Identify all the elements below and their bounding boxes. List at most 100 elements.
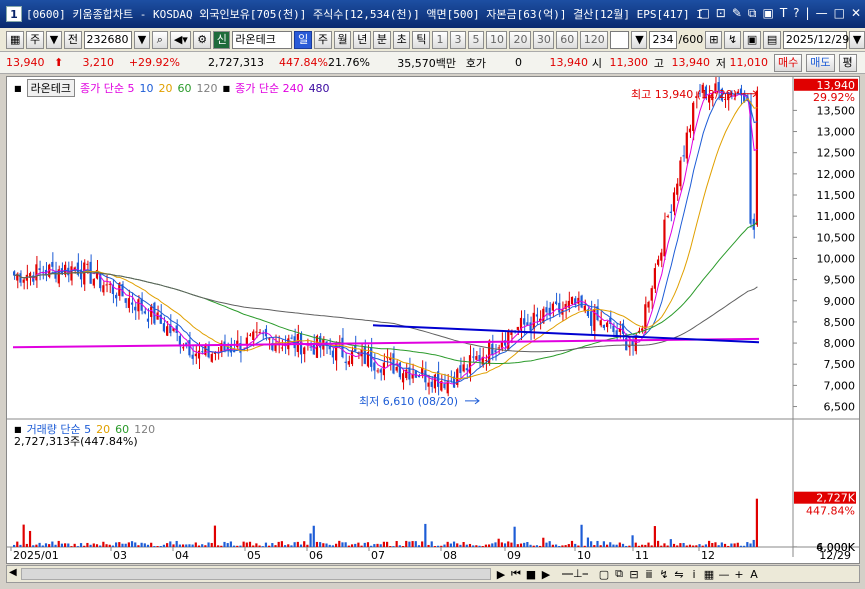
scroll-track[interactable]: [21, 568, 491, 580]
legend-ma60[interactable]: 60: [178, 82, 192, 95]
scroll-right-icon[interactable]: ▶: [495, 568, 507, 581]
period-tick[interactable]: 틱: [412, 30, 431, 49]
volume-bar: [143, 543, 146, 547]
candle-body: [51, 261, 54, 267]
draw-icon[interactable]: ↯: [724, 30, 741, 49]
help-icon[interactable]: ?: [793, 6, 799, 21]
frame-icon[interactable]: ⊡: [716, 6, 726, 21]
legend-ma120[interactable]: 120: [197, 82, 218, 95]
zoom-in-icon[interactable]: +: [733, 568, 745, 581]
chart-area[interactable]: 13,500 13,000 12,500 12,000 11,500 11,000 10,5…: [6, 74, 860, 564]
chart-menu-icon[interactable]: ▦: [6, 30, 24, 49]
time-axis-label: 12: [701, 549, 715, 562]
interval-20[interactable]: 20: [509, 30, 531, 49]
speaker-icon[interactable]: ◀▾: [169, 30, 192, 49]
volume-bar: [707, 540, 711, 547]
dropdown-arrow-icon[interactable]: ▼: [45, 30, 62, 49]
volume-bar: [280, 541, 283, 547]
volume-bar: [79, 543, 83, 547]
candle-body: [13, 271, 16, 276]
interval-10[interactable]: 10: [486, 30, 508, 49]
save-icon[interactable]: ▣: [762, 6, 773, 21]
calendar-icon[interactable]: ▤: [762, 30, 781, 49]
indicator-4-icon[interactable]: ⅰ: [688, 568, 700, 581]
tools-icon[interactable]: ⚙: [193, 30, 211, 49]
legend-stock-name[interactable]: 라온테크: [26, 79, 76, 97]
play-icon[interactable]: ▶: [540, 568, 552, 581]
volume-bar: [717, 545, 720, 547]
zoom-icon[interactable]: ⊞: [705, 30, 723, 49]
auto-icon[interactable]: A: [748, 568, 760, 581]
layout-3-icon[interactable]: ⊟: [628, 568, 640, 581]
volume-bar: [468, 543, 472, 547]
date-dropdown-icon[interactable]: ▼: [848, 30, 865, 49]
candle-body: [672, 192, 676, 212]
close-button[interactable]: ✕: [851, 6, 861, 21]
volume-bar: [28, 530, 32, 547]
disk-icon[interactable]: ▣: [742, 30, 761, 49]
chart-scrollbar[interactable]: ◀ ▶ ⏮ ■ ▶ ⎯⎯⊥⎯ ▢ ⧉ ⊟ ⅲ ↯ ⇋ ⅰ ▦ — + A: [6, 565, 860, 583]
grid-icon[interactable]: ▦: [703, 568, 715, 581]
interval-input[interactable]: [609, 30, 630, 49]
indicator-3-icon[interactable]: ⇋: [673, 568, 685, 581]
rewind-icon[interactable]: ⏮: [510, 567, 522, 581]
sell-button[interactable]: 매도: [806, 53, 835, 72]
avg-button[interactable]: 평: [838, 53, 857, 72]
date-input[interactable]: 2025/12/29: [782, 30, 849, 49]
layout-1-icon[interactable]: ▢: [598, 568, 610, 581]
layout-2-icon[interactable]: ⧉: [613, 567, 625, 581]
legend-ma10[interactable]: 10: [140, 82, 154, 95]
volume-bar: [268, 545, 271, 547]
volume-bar: [191, 544, 194, 547]
indicator-2-icon[interactable]: ↯: [658, 568, 670, 581]
period-week[interactable]: 주: [313, 30, 332, 49]
stock-type-select[interactable]: 주: [25, 30, 44, 49]
volume-bar: [283, 545, 287, 547]
separator: |: [805, 6, 810, 20]
candle-body: [379, 369, 382, 373]
search-icon[interactable]: ⌕: [151, 30, 168, 49]
volume-bar: [172, 544, 175, 547]
stock-code-input[interactable]: 232680: [83, 30, 132, 49]
low-arrow-icon: [465, 397, 480, 405]
period-year[interactable]: 년: [353, 30, 371, 49]
stop-icon[interactable]: ■: [525, 568, 537, 581]
legend-ma2-label[interactable]: 종가 단순 240: [235, 80, 303, 96]
candle-body: [181, 347, 185, 349]
speed-slider[interactable]: ⎯⎯⊥⎯: [555, 567, 595, 581]
minimize-button[interactable]: —: [816, 6, 828, 21]
legend-ma480[interactable]: 480: [309, 82, 330, 95]
volume-bar: [360, 545, 363, 547]
volume-bar: [178, 544, 181, 547]
text-icon[interactable]: T: [780, 6, 787, 21]
zoom-out-icon[interactable]: —: [718, 568, 730, 581]
indicator-1-icon[interactable]: ⅲ: [643, 568, 655, 581]
code-dropdown-icon[interactable]: ▼: [133, 30, 150, 49]
interval-60[interactable]: 60: [556, 30, 578, 49]
interval-dropdown-icon[interactable]: ▼: [631, 30, 648, 49]
period-month[interactable]: 월: [333, 30, 352, 49]
buy-button[interactable]: 매수: [774, 53, 803, 72]
price-tick-label: 11,500: [817, 189, 856, 202]
maximize-button[interactable]: □: [834, 6, 845, 21]
edit-icon[interactable]: ✎: [732, 6, 742, 21]
legend-ma-label[interactable]: 종가 단순 5: [80, 80, 134, 96]
scroll-left-icon[interactable]: ◀: [9, 567, 17, 578]
count-input[interactable]: 234: [649, 30, 677, 49]
legend-ma20[interactable]: 20: [159, 82, 173, 95]
low-price: 11,010: [729, 56, 769, 69]
prev-button[interactable]: 전: [63, 30, 82, 49]
copy-icon[interactable]: ⧉: [748, 6, 757, 21]
period-day[interactable]: 일: [294, 30, 312, 49]
period-second[interactable]: 초: [392, 30, 411, 49]
interval-3[interactable]: 3: [450, 30, 467, 49]
period-minute[interactable]: 분: [372, 30, 391, 49]
interval-1[interactable]: 1: [432, 30, 449, 49]
interval-5[interactable]: 5: [468, 30, 485, 49]
interval-120[interactable]: 120: [579, 30, 608, 49]
volume-bar: [523, 542, 526, 547]
interval-30[interactable]: 30: [532, 30, 555, 49]
layout-icon[interactable]: □: [698, 6, 709, 21]
volume-bar: [134, 542, 137, 547]
volume-bar: [618, 542, 621, 547]
